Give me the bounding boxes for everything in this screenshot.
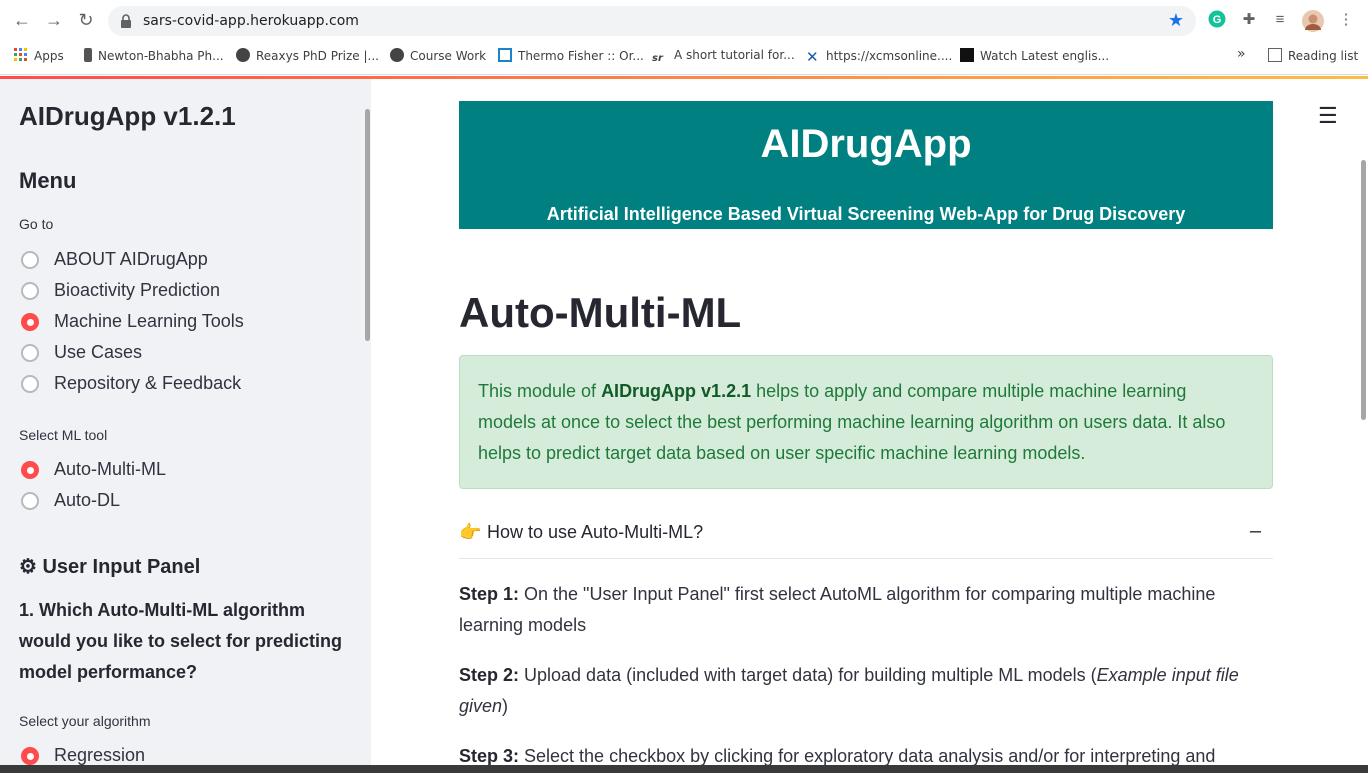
user-input-panel-heading: ⚙ User Input Panel bbox=[19, 556, 201, 578]
url-text[interactable]: sars-covid-app.herokuapp.com bbox=[143, 13, 359, 29]
step-text: Upload data (included with target data) … bbox=[519, 665, 1097, 685]
info-app-name: AIDrugApp v1.2.1 bbox=[601, 381, 752, 401]
info-text: This module of AIDrugApp v1.2.1 helps to… bbox=[478, 376, 1248, 469]
radio-label: Regression bbox=[54, 745, 146, 765]
radio-label: Bioactivity Prediction bbox=[54, 280, 221, 300]
step-text-end: ) bbox=[502, 696, 509, 716]
app-title: AIDrugApp v1.2.1 bbox=[19, 101, 236, 131]
bookmark-newton-bhabha[interactable]: Newton-Bhabha Ph... bbox=[84, 48, 224, 63]
chrome-menu-icon[interactable]: ⋮ bbox=[1336, 10, 1356, 30]
bookmark-watch-latest[interactable]: Watch Latest englis... bbox=[960, 48, 1109, 63]
how-to-expander[interactable]: 👉 How to use Auto-Multi-ML? – bbox=[459, 514, 1273, 559]
taskbar-edge bbox=[0, 765, 1368, 773]
address-bar[interactable]: sars-covid-app.herokuapp.com ★ bbox=[108, 6, 1196, 36]
thermo-icon bbox=[498, 48, 512, 62]
figure-icon bbox=[84, 48, 92, 62]
extensions-icon[interactable]: ✚ bbox=[1239, 10, 1259, 30]
step-1: Step 1: On the "User Input Panel" first … bbox=[459, 579, 1259, 641]
radio-label: ABOUT AIDrugApp bbox=[54, 249, 208, 269]
forward-icon[interactable]: → bbox=[44, 10, 64, 30]
bookmark-apps[interactable]: Apps bbox=[14, 48, 64, 63]
bookmarks-bar: Apps Newton-Bhabha Ph... Reaxys PhD Priz… bbox=[0, 40, 1368, 75]
x-logo-icon: ✕ bbox=[806, 48, 819, 66]
step-text: On the "User Input Panel" first select A… bbox=[459, 584, 1216, 635]
collapse-icon[interactable]: – bbox=[1250, 520, 1261, 543]
ml-tool-label: Select ML tool bbox=[19, 427, 108, 443]
globe-icon bbox=[236, 48, 250, 62]
step-text: Select the checkbox by clicking for expl… bbox=[519, 746, 1216, 766]
expander-label: How to use Auto-Multi-ML? bbox=[487, 522, 704, 542]
algorithm-question: 1. Which Auto-Multi-ML algorithm would y… bbox=[19, 600, 343, 682]
radio-button[interactable] bbox=[21, 492, 39, 510]
bookmark-reaxys[interactable]: Reaxys PhD Prize |... bbox=[236, 48, 379, 63]
radio-button-selected[interactable] bbox=[21, 461, 39, 479]
bookmark-xcms[interactable]: ✕ https://xcmsonline.... bbox=[806, 48, 953, 66]
goto-label: Go to bbox=[19, 216, 54, 232]
browser-toolbar: ← → ↻ sars-covid-app.herokuapp.com ★ G ✚… bbox=[0, 0, 1368, 40]
reload-icon[interactable]: ↻ bbox=[76, 10, 96, 30]
sidebar: AIDrugApp v1.2.1 Menu Go to ABOUT AIDrug… bbox=[0, 79, 371, 773]
more-bookmarks-button[interactable]: » bbox=[1237, 46, 1246, 62]
radio-button-selected[interactable] bbox=[21, 313, 39, 331]
grammarly-icon[interactable]: G bbox=[1207, 10, 1227, 30]
bookmark-label: Watch Latest englis... bbox=[980, 49, 1110, 63]
radio-button[interactable] bbox=[21, 375, 39, 393]
page-title: Auto-Multi-ML bbox=[459, 289, 742, 336]
bookmark-thermo-fisher[interactable]: Thermo Fisher :: Or... bbox=[498, 48, 644, 63]
banner-title: AIDrugApp bbox=[760, 122, 972, 166]
info-prefix: This module of bbox=[478, 381, 602, 401]
apps-grid-icon bbox=[14, 48, 27, 61]
bookmark-course-work[interactable]: Course Work bbox=[390, 48, 486, 63]
lock-icon bbox=[121, 14, 131, 28]
radio-button[interactable] bbox=[21, 344, 39, 362]
reading-list-icon bbox=[1268, 48, 1282, 62]
step-label: Step 3: bbox=[459, 746, 520, 766]
bookmark-star-icon[interactable]: ★ bbox=[1168, 10, 1184, 31]
globe-icon bbox=[390, 48, 404, 62]
step-label: Step 2: bbox=[459, 665, 520, 685]
radio-label: Auto-DL bbox=[54, 490, 121, 510]
radio-button[interactable] bbox=[21, 251, 39, 269]
algorithm-label: Select your algorithm bbox=[19, 713, 151, 729]
bookmark-label: Reaxys PhD Prize |... bbox=[256, 49, 379, 63]
back-icon[interactable]: ← bbox=[12, 10, 32, 30]
radio-label: Use Cases bbox=[54, 342, 143, 362]
app-banner: AIDrugApp Artificial Intelligence Based … bbox=[459, 101, 1273, 229]
reading-list-button[interactable]: Reading list bbox=[1268, 48, 1358, 63]
pointing-hand-icon: 👉 bbox=[459, 522, 482, 542]
profile-avatar-icon[interactable] bbox=[1302, 10, 1324, 32]
radio-button[interactable] bbox=[21, 282, 39, 300]
radio-button-selected[interactable] bbox=[21, 747, 39, 765]
svg-text:G: G bbox=[1213, 14, 1222, 26]
bookmark-label: https://xcmsonline.... bbox=[826, 49, 953, 63]
bookmark-tutorial[interactable]: sr A short tutorial for... bbox=[652, 48, 795, 67]
info-box: This module of AIDrugApp v1.2.1 helps to… bbox=[459, 355, 1273, 489]
hamburger-menu-icon[interactable]: ☰ bbox=[1318, 103, 1338, 129]
radio-label: Repository & Feedback bbox=[54, 373, 242, 393]
bookmark-label: Course Work bbox=[410, 49, 487, 63]
sr-logo-icon: sr bbox=[652, 53, 663, 64]
bookmark-label: Thermo Fisher :: Or... bbox=[518, 49, 644, 63]
menu-heading: Menu bbox=[19, 168, 77, 193]
step-2: Step 2: Upload data (included with targe… bbox=[459, 660, 1259, 722]
radio-label: Auto-Multi-ML bbox=[54, 459, 167, 479]
movie-icon bbox=[960, 48, 974, 62]
media-control-icon[interactable]: ≡ bbox=[1270, 10, 1290, 30]
step-label: Step 1: bbox=[459, 584, 520, 604]
sidebar-scrollbar[interactable] bbox=[365, 109, 370, 341]
bookmark-label: Newton-Bhabha Ph... bbox=[98, 49, 224, 63]
banner-subtitle: Artificial Intelligence Based Virtual Sc… bbox=[546, 204, 1186, 224]
main-scrollbar[interactable] bbox=[1361, 160, 1366, 420]
bookmark-label: A short tutorial for... bbox=[674, 48, 795, 62]
reading-list-label: Reading list bbox=[1288, 49, 1359, 63]
radio-label: Machine Learning Tools bbox=[54, 311, 244, 331]
bookmark-label: Apps bbox=[34, 49, 64, 63]
